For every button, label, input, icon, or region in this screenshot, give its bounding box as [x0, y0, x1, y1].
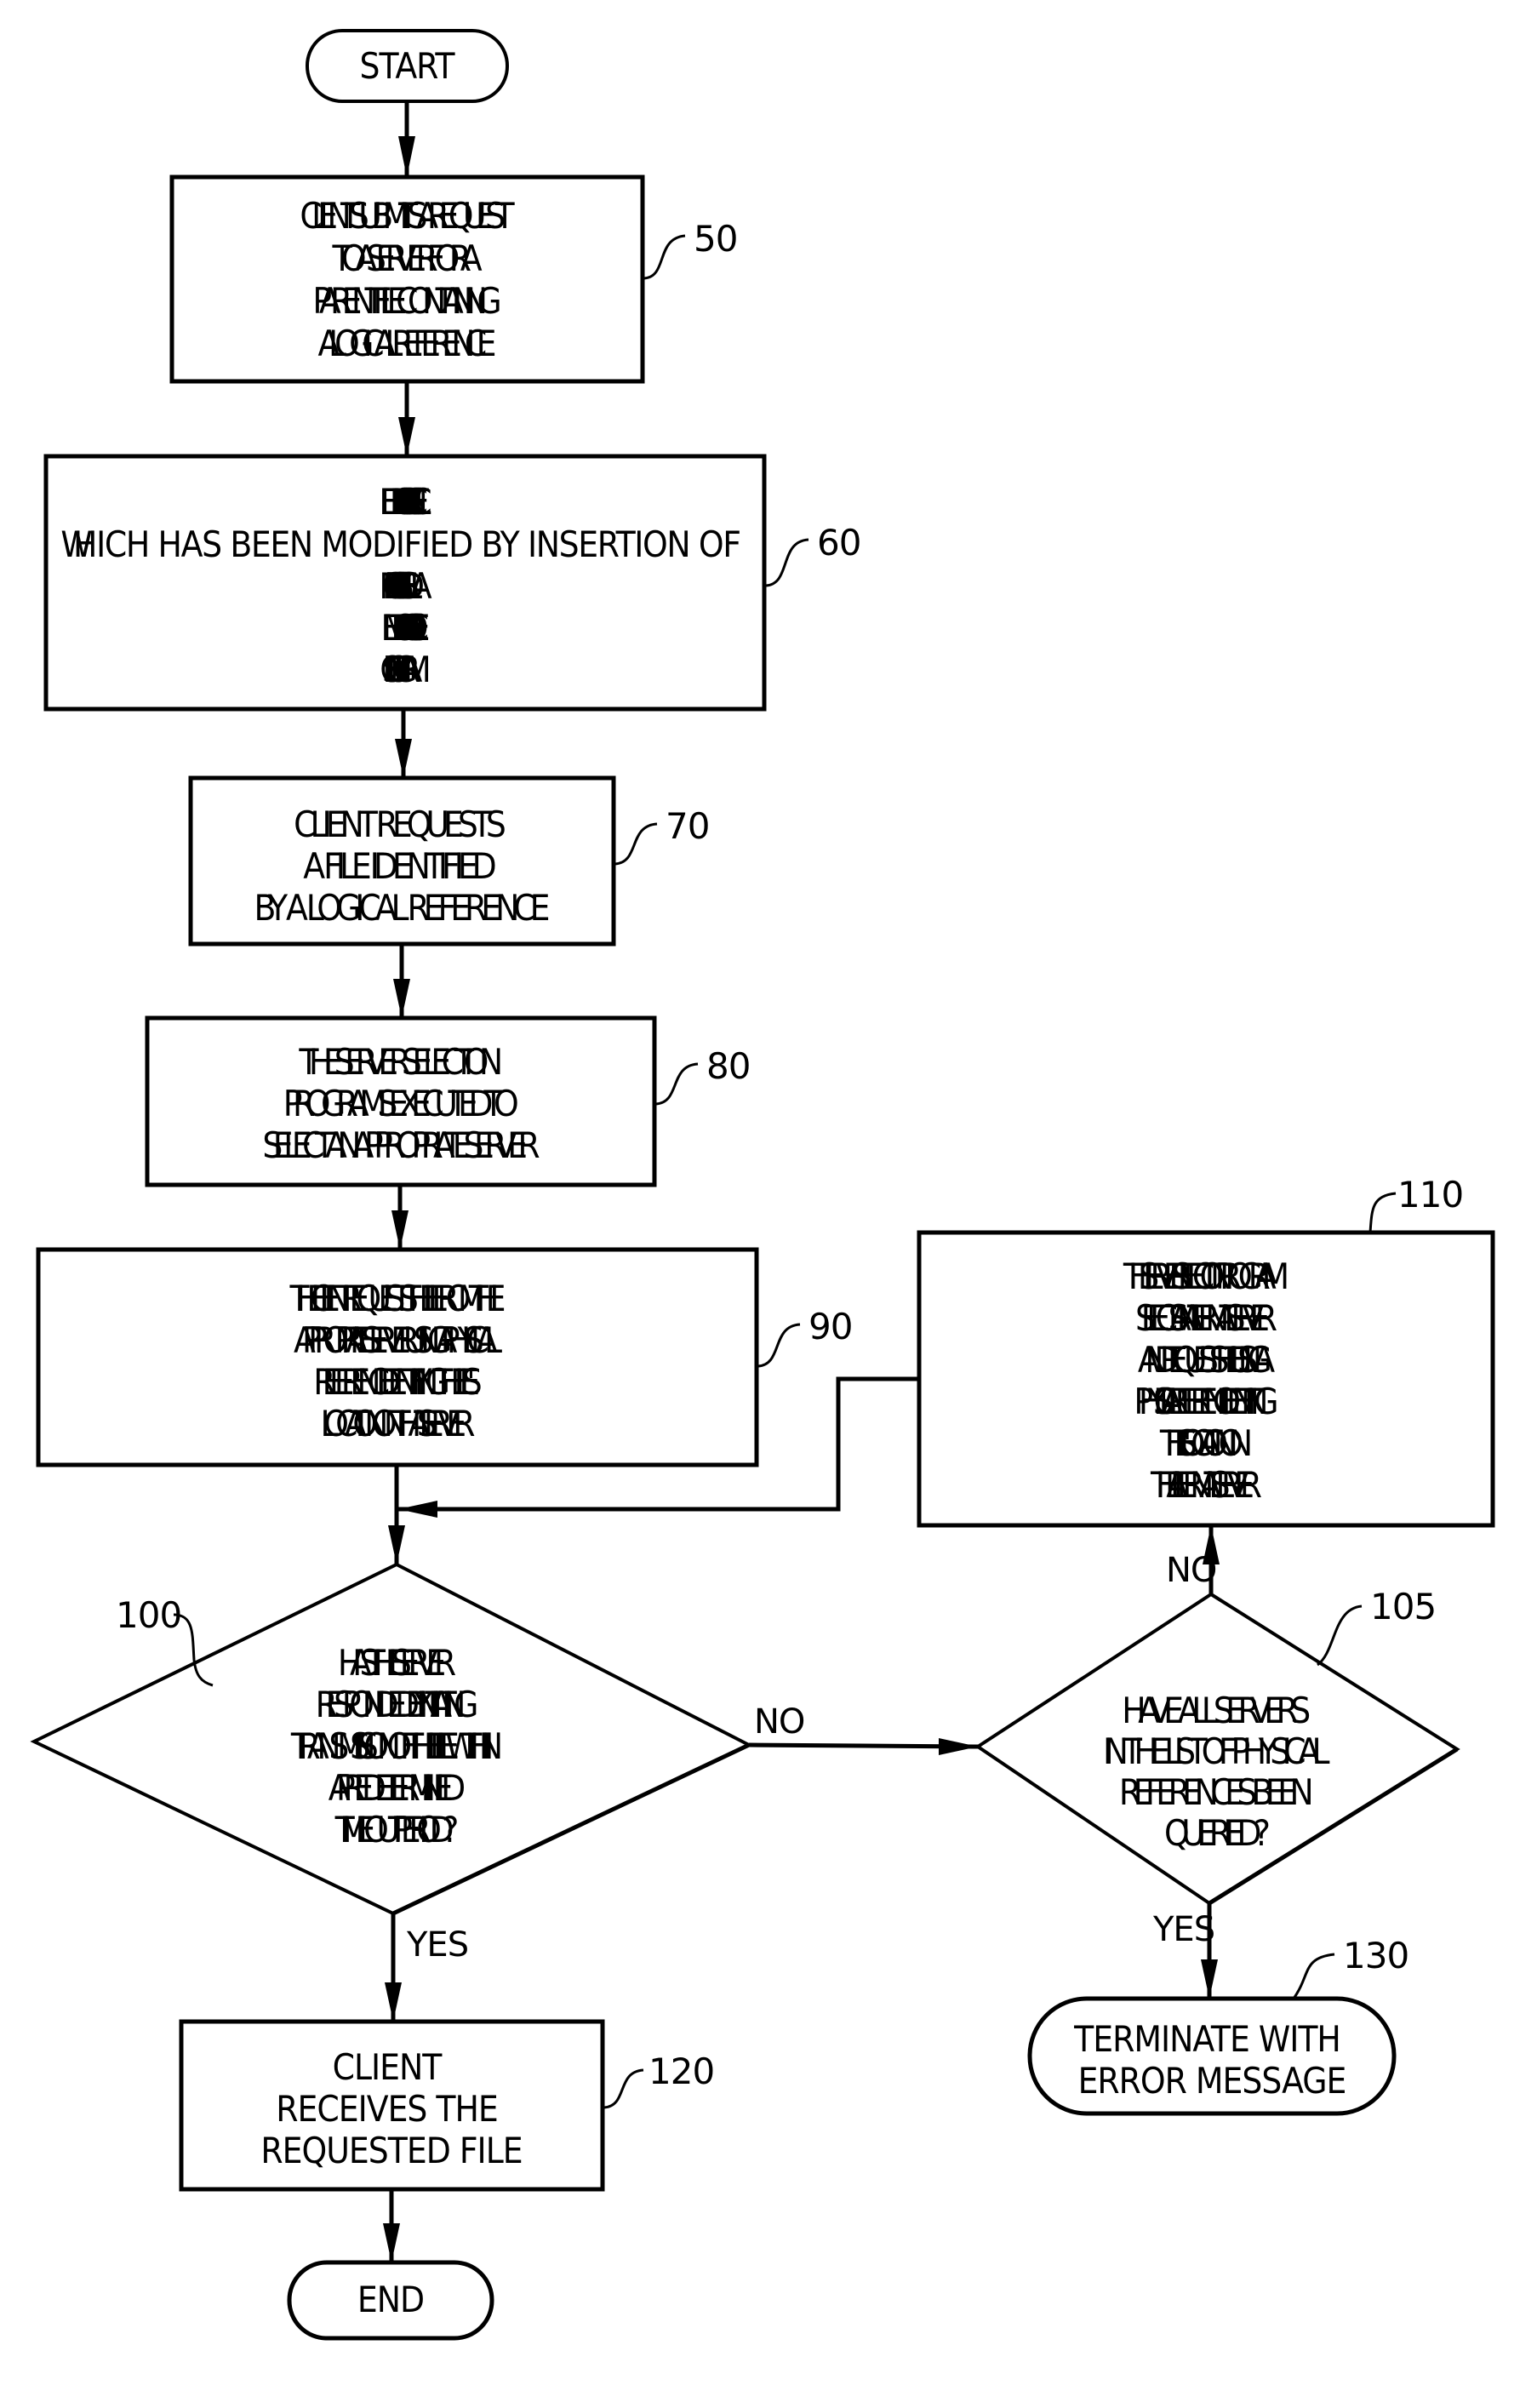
text-line: PROGRAM IS EXECUTED TO	[283, 1083, 518, 1124]
ref-numeral-50: 50	[694, 218, 737, 260]
text-line: REQUESTED FILE	[260, 2130, 522, 2171]
text-line: BY A LOGICAL REFERENCE	[254, 887, 549, 929]
ref-numeral-100: 100	[116, 1594, 181, 1636]
text-line: CLIENT SUBMITS A REQUEST	[300, 195, 515, 237]
branch-label-yes: YES	[406, 1925, 468, 1965]
node-end-label: END	[357, 2279, 424, 2320]
node-60: CLIENT RECEIVES A VERSION OF THE FILE WH…	[43, 454, 861, 712]
text-line: A PREDETERMINED	[329, 1767, 465, 1809]
text-line: IN THE LIST OF PHYSICAL	[1103, 1730, 1329, 1772]
ref-numeral-120: 120	[649, 2051, 714, 2092]
arrowhead-icon	[391, 1210, 409, 1250]
text-line: CLIENT	[333, 2046, 443, 2088]
text-line: SELECTION PROGRAM	[380, 649, 430, 690]
text-line: EMBEDDING OF A REFERENCE TO A SERVER	[380, 607, 429, 649]
text-line: PARENT FILE CONTAINING	[312, 280, 500, 322]
node-80-text: THE SERVER SELECTION PROGRAM IS EXECUTED…	[262, 1041, 540, 1166]
ref-numeral-70: 70	[666, 805, 709, 847]
leader-line	[603, 2068, 644, 2109]
node-110: THE SERVER SELECTION PROGRAM SELECTS AN …	[917, 1174, 1495, 1528]
flowchart: START CLIENT SUBMITS A REQUEST TO A SERV…	[30, 29, 1495, 2341]
text-line: RECEIVES THE	[276, 2088, 498, 2130]
text-line: SELECT AN APPROPRIATE SERVER	[262, 1124, 540, 1166]
ref-numeral-90: 90	[808, 1306, 852, 1347]
node-90-text: THE CLIENT REQUESTS THE FILE FROM THE AP…	[289, 1278, 505, 1444]
text-line: WHICH HAS BEEN MODIFIED BY INSERTION OF	[60, 523, 740, 565]
arrowhead-icon	[385, 1982, 402, 2022]
node-105: HAVE ALL SERVERS IN THE LIST OF PHYSICAL…	[974, 1551, 1460, 1949]
text-line: QUERIED?	[1164, 1812, 1270, 1854]
text-line: CLIENT REQUESTS	[294, 804, 506, 845]
text-line: AND REQUESTS THE FILE USING A	[1138, 1339, 1275, 1381]
text-line: HAS THE SERVER	[338, 1642, 456, 1684]
text-line: A LOGICAL REFERENCE	[317, 323, 495, 364]
arrowhead-icon	[395, 739, 412, 778]
ref-numeral-110: 110	[1397, 1174, 1463, 1215]
node-80: THE SERVER SELECTION PROGRAM IS EXECUTED…	[145, 1015, 751, 1187]
node-50-text: CLIENT SUBMITS A REQUEST TO A SERVER FOR…	[300, 195, 515, 364]
node-90: THE CLIENT REQUESTS THE FILE FROM THE AP…	[36, 1247, 853, 1467]
branch-label-no: NO	[1166, 1551, 1216, 1590]
leader-line	[765, 538, 809, 587]
leader-line	[1317, 1604, 1363, 1667]
node-start: START	[306, 29, 509, 103]
text-line: PHYSICAL REFERENCE IDENTIFYING	[1134, 1381, 1277, 1422]
text-line: A FILE IDENTIFIED	[303, 845, 495, 887]
arrowhead-icon	[383, 2223, 400, 2262]
arrowhead-icon	[398, 136, 415, 177]
text-line: THE FILE'S LOCATION ON	[1159, 1422, 1252, 1464]
leader-line	[655, 1062, 699, 1106]
text-line: SELECTS AN ALTERNATE SERVER	[1135, 1297, 1277, 1339]
text-line: CLIENT RECEIVES A VERSION OF THE FILE	[379, 481, 431, 523]
text-line: THE ALTERNATE SERVER	[1150, 1464, 1262, 1506]
ref-numeral-80: 80	[706, 1045, 750, 1087]
leader-line	[614, 822, 658, 866]
text-line: LOCATION ON THAT SERVER	[320, 1403, 475, 1444]
text-line: THE SERVER SELECTION	[298, 1041, 502, 1083]
arrowhead-icon	[939, 1738, 978, 1755]
text-line: HAVE ALL SERVERS	[1122, 1690, 1310, 1731]
ref-numeral-130: 130	[1343, 1935, 1408, 1976]
branch-label-yes: YES	[1152, 1910, 1214, 1949]
text-line: TO A SERVER FOR A	[331, 237, 482, 279]
text-line: APPROPRIATE SERVER USING A PHYSICAL	[294, 1319, 502, 1361]
arrowhead-icon	[398, 417, 415, 456]
arrowhead-icon	[393, 979, 410, 1018]
node-130-text: TERMINATE WITH ERROR MESSAGE	[1073, 2018, 1350, 2102]
text-line: REFERENCE IDENTIFYING THE FILE'S	[313, 1361, 482, 1403]
text-line: THE SERVER SELECTION PROGRAM	[1123, 1255, 1288, 1297]
leader-line	[643, 234, 686, 280]
node-130: TERMINATE WITH ERROR MESSAGE 130	[1027, 1935, 1409, 2116]
node-50: CLIENT SUBMITS A REQUEST TO A SERVER FOR…	[169, 174, 738, 384]
arrowhead-icon	[398, 1501, 437, 1518]
node-start-label: START	[360, 45, 456, 87]
arrowhead-icon	[388, 1525, 405, 1564]
text-line: TRANSMISSION OF THE FILE WITHIN	[290, 1725, 502, 1767]
text-line: TERMINATE WITH	[1073, 2018, 1340, 2060]
leader-line	[1368, 1192, 1397, 1233]
node-end: END	[287, 2260, 494, 2341]
text-line: REFERENCES BEEN	[1119, 1771, 1313, 1813]
branch-label-no: NO	[754, 1702, 804, 1742]
leader-line	[757, 1323, 801, 1368]
node-120: CLIENT RECEIVES THE REQUESTED FILE 120	[179, 2019, 715, 2192]
text-line: TIMEOUT PERIOD?	[334, 1809, 459, 1850]
text-line: ERROR MESSAGE	[1078, 2060, 1346, 2102]
text-line: THE CLIENT REQUESTS THE FILE FROM THE	[289, 1278, 505, 1319]
node-100: HAS THE SERVER RESPONDED BY INITIATING T…	[30, 1562, 805, 1965]
ref-numeral-105: 105	[1370, 1586, 1436, 1627]
node-70: CLIENT REQUESTS A FILE IDENTIFIED BY A L…	[188, 775, 710, 947]
leader-line	[1292, 1953, 1335, 1999]
text-line: RESPONDED BY INITIATING	[316, 1684, 478, 1725]
arrowhead-icon	[1201, 1959, 1218, 1999]
ref-numeral-60: 60	[817, 522, 860, 563]
text-line: A LIST OF PHYSICAL REFERENCES AND	[379, 565, 431, 607]
